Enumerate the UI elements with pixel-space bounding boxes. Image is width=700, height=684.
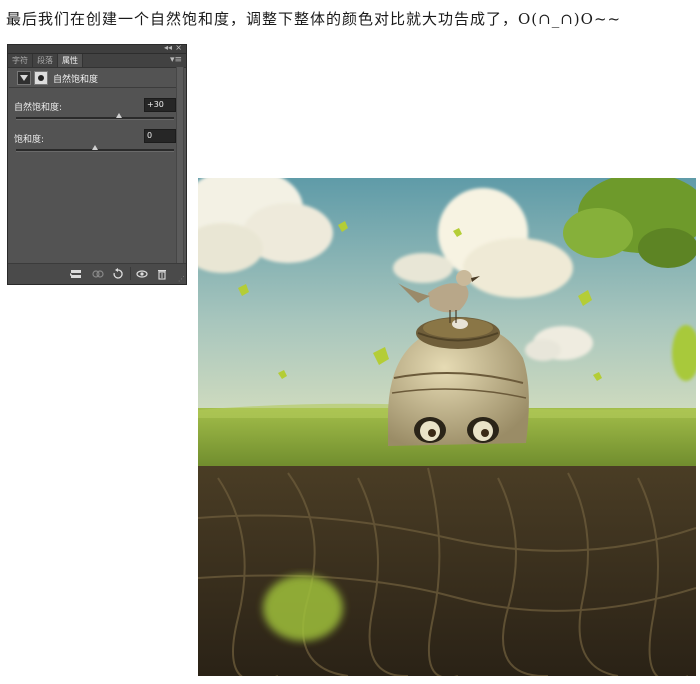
saturation-input[interactable]: 0 [144,129,176,143]
skull-nest-bird-artwork [198,178,696,676]
close-icon[interactable]: × [175,43,182,52]
bird-nest [416,317,500,349]
panel-title-bar: ◂◂ × [8,43,186,54]
adjustment-title: 自然饱和度 [53,75,99,85]
tab-properties[interactable]: 属性 [58,54,83,67]
properties-panel: ◂◂ × 字符 段落 属性 ▾≡ 自然饱和度 自然饱和度: +30 饱和度: 0 [7,43,187,285]
blurred-foreground-leaf [263,575,343,641]
tab-paragraph[interactable]: 段落 [33,54,58,67]
intro-text: 最后我们在创建一个自然饱和度，调整下整体的颜色对比就大功告成了，O(∩_∩)O~… [6,10,622,28]
panel-tab-bar: 字符 段落 属性 ▾≡ [8,54,186,68]
saturation-slider-thumb[interactable] [92,145,98,150]
visibility-eye-icon[interactable] [136,268,148,280]
vibrance-input[interactable]: +30 [144,98,176,112]
collapse-panel-icon[interactable]: ◂◂ [164,43,172,52]
panel-menu-icon[interactable]: ▾≡ [170,54,182,67]
panel-bottom-toolbar: ⋰ [8,263,186,284]
reset-icon[interactable] [112,268,124,280]
artwork-canvas [198,178,696,676]
saturation-slider-track[interactable] [16,145,174,152]
saturation-label: 饱和度: [14,135,45,145]
vibrance-label: 自然饱和度: [14,103,63,113]
adjustment-layer-header: 自然饱和度 [9,67,177,88]
vibrance-slider-track[interactable] [16,113,174,120]
clip-to-layer-icon[interactable] [70,268,82,280]
resize-grip-icon[interactable]: ⋰ [178,276,185,283]
panel-scrollbar[interactable] [176,67,184,267]
panel-scroll-thumb[interactable] [177,67,183,267]
layer-mask-icon[interactable] [34,71,48,85]
delete-trash-icon[interactable] [156,268,168,280]
vibrance-slider-thumb[interactable] [115,113,122,118]
toolbar-divider [130,267,131,280]
view-previous-state-icon[interactable] [92,268,104,280]
tab-character[interactable]: 字符 [8,54,33,67]
vibrance-adjustment-icon[interactable] [17,71,31,85]
soil-roots [198,466,696,676]
